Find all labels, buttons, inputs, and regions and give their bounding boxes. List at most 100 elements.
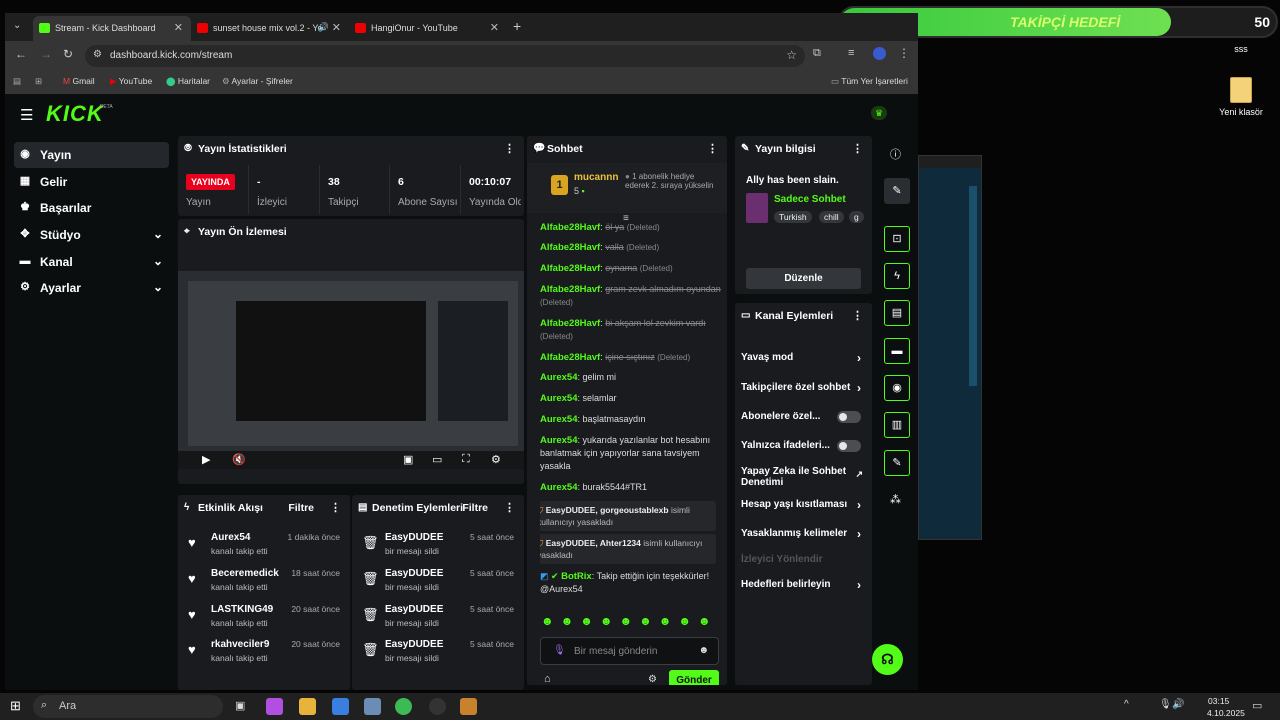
more-options-icon[interactable]: ⋮	[330, 501, 341, 514]
clock-time[interactable]: 03:15	[1208, 696, 1229, 706]
more-options-icon[interactable]: ⋮	[852, 142, 863, 155]
edit-stream-info-button[interactable]: Düzenle	[746, 268, 861, 289]
sidebar-item-studyo[interactable]: ✥ Stüdyo ⌄	[14, 222, 169, 248]
extensions-icon[interactable]: ⧉	[813, 47, 821, 60]
emotes-only-toggle[interactable]	[837, 440, 861, 452]
clock-date[interactable]: 4.10.2025	[1207, 708, 1245, 718]
activity-item[interactable]: ♥ LASTKING49 kanalı takip etti 20 saat ö…	[178, 600, 350, 636]
filter-button[interactable]: Filtre	[462, 502, 488, 514]
notes-icon[interactable]: ▤	[884, 300, 910, 326]
filter-button[interactable]: Filtre	[288, 502, 314, 514]
chat-message[interactable]: Alfabe28Havf: oynama (Deleted)	[540, 262, 727, 275]
broadcast-icon[interactable]: ◉	[884, 375, 910, 401]
more-options-icon[interactable]: ⋮	[504, 142, 515, 155]
more-options-icon[interactable]: ⋮	[504, 501, 515, 514]
support-button[interactable]: ☊	[872, 644, 903, 675]
app-icon[interactable]	[364, 698, 381, 715]
tab-search-chevron-icon[interactable]: ⌄	[13, 20, 21, 31]
more-options-icon[interactable]: ⋮	[707, 142, 718, 155]
back-icon[interactable]: ←	[15, 47, 27, 61]
action-followers-only[interactable]: Takipçilere özel sohbet ›	[741, 381, 865, 402]
chat-message[interactable]: Alfabe28Havf: valla (Deleted)	[540, 241, 727, 254]
chat-message[interactable]: Aurex54: başlatmasaydın	[540, 413, 727, 426]
sidebar-item-kanal[interactable]: ▬ Kanal ⌄	[14, 249, 169, 275]
sidebar-item-yayin[interactable]: ◉ Yayın	[14, 142, 169, 168]
wrench-icon[interactable]: ✎	[884, 450, 910, 476]
theater-mode-icon[interactable]: ▭	[432, 453, 442, 466]
audio-playing-icon[interactable]: 🔊	[318, 22, 329, 33]
sidebar-item-ayarlar[interactable]: ⚙ Ayarlar ⌄	[14, 275, 169, 301]
tab-youtube-hangionur[interactable]: HangiOnur - YouTube ✕	[349, 16, 507, 41]
file-explorer-icon[interactable]	[299, 698, 316, 715]
media-control-icon[interactable]: ≡	[848, 47, 854, 59]
action-banned-words[interactable]: Yasaklanmış kelimeler ›	[741, 527, 865, 548]
chat-message[interactable]: ◩ ✔ BotRix: Takip ettiğin için teşekkürl…	[540, 570, 727, 596]
league-client-icon[interactable]	[460, 698, 477, 715]
chat-settings-icon[interactable]: ⚙	[648, 674, 657, 685]
bookmark-passwords[interactable]: ⚙ Ayarlar - Şifreler	[222, 76, 293, 87]
capture-icon[interactable]: ⊡	[884, 226, 910, 252]
profile-avatar[interactable]	[873, 47, 886, 60]
chat-message[interactable]: Aurex54: burak5544#TR1	[540, 481, 727, 494]
close-tab-icon[interactable]: ✕	[490, 21, 499, 34]
edit-icon[interactable]: ✎	[884, 178, 910, 204]
action-ai-moderation[interactable]: Yapay Zeka ile Sohbet Denetimi ↗	[741, 466, 863, 488]
all-bookmarks[interactable]: ▭ Tüm Yer İşaretleri	[831, 76, 908, 87]
volume-icon[interactable]: 🔊	[1172, 699, 1184, 710]
chat-message[interactable]: Aurex54: yukarıda yazılanlar bot hesabın…	[540, 434, 727, 473]
play-icon[interactable]: ▶	[202, 453, 210, 466]
notifications-icon[interactable]: ▭	[1252, 699, 1262, 712]
chat-message[interactable]: Aurex54: selamlar	[540, 392, 727, 405]
sidebar-item-basarilar[interactable]: ♚ Başarılar	[14, 195, 169, 221]
activity-item[interactable]: ♥ rkahveciler9 kanalı takip etti 20 saat…	[178, 635, 350, 671]
tab-youtube-mix[interactable]: sunset house mix vol.2 - Yo 🔊 ✕	[191, 16, 349, 41]
stream-video-player[interactable]: ▶ 🔇 ▣ ▭ ⛶ ⚙	[178, 271, 524, 469]
action-set-goals[interactable]: Hedefleri belirleyin ›	[741, 578, 865, 599]
fullscreen-icon[interactable]: ⛶	[462, 453, 470, 466]
chat-message[interactable]: Alfabe28Havf: gram zevk almadım oyundan …	[540, 283, 727, 309]
copilot-icon[interactable]	[266, 698, 283, 715]
tag-chip[interactable]: chill	[819, 211, 844, 223]
reload-icon[interactable]: ↻	[63, 47, 73, 61]
action-emotes-only[interactable]: Yalnızca ifadeleri...	[741, 440, 865, 460]
desktop-shortcut-sss[interactable]: sss	[1211, 44, 1271, 54]
moderation-item[interactable]: 🗑 EasyDUDEE bir mesajı sildi 5 saat önce	[352, 600, 524, 636]
user-avatar[interactable]: ♛	[871, 106, 887, 120]
action-slow-mode[interactable]: Yavaş mod ›	[741, 351, 865, 372]
forward-icon[interactable]: →	[40, 47, 52, 61]
apps-grid-icon[interactable]: ⊞	[35, 76, 42, 87]
taskbar-search[interactable]: ⌕ Ara	[33, 695, 223, 718]
tab-kick-dashboard[interactable]: Stream - Kick Dashboard ✕	[33, 16, 191, 41]
bookmark-maps[interactable]: ⬤ Haritalar	[166, 76, 210, 87]
tag-chip[interactable]: g	[849, 211, 864, 223]
send-button[interactable]: Gönder	[669, 670, 719, 685]
close-tab-icon[interactable]: ✕	[332, 21, 341, 34]
bookmark-youtube[interactable]: ▶ YouTube	[110, 76, 152, 87]
windows-start-icon[interactable]: ⊞	[10, 698, 21, 714]
background-window[interactable]	[918, 155, 982, 540]
subscribers-only-toggle[interactable]	[837, 411, 861, 423]
bookmark-star-icon[interactable]: ☆	[786, 48, 797, 62]
chat-message[interactable]: Alfabe28Havf: bi akşam lol zevkim vardı …	[540, 317, 727, 343]
desktop-folder[interactable]: Yeni klasör	[1211, 77, 1271, 117]
bookmark-gmail[interactable]: M Gmail	[63, 76, 95, 86]
microphone-icon[interactable]: 🎙	[1159, 699, 1172, 710]
mute-icon[interactable]: 🔇	[232, 453, 246, 466]
chat-message[interactable]: Alfabe28Havf: öl ya (Deleted)	[540, 221, 727, 234]
picture-in-picture-icon[interactable]: ▣	[403, 453, 413, 466]
action-account-age[interactable]: Hesap yaşı kısıtlaması ›	[741, 498, 865, 519]
moderation-icon[interactable]: ▥	[884, 412, 910, 438]
emoji-icon[interactable]: ☻	[698, 645, 709, 656]
tray-overflow-icon[interactable]: ^	[1124, 699, 1129, 710]
activity-item[interactable]: ♥ Aurex54 kanalı takip etti 1 dakika önc…	[178, 528, 350, 564]
new-tab-button[interactable]: +	[513, 18, 521, 34]
chat-message[interactable]: Alfabe28Havf: içine sıçtınız (Deleted)	[540, 351, 727, 364]
address-bar[interactable]: ⚙ dashboard.kick.com/stream ☆	[85, 45, 805, 67]
sidebar-item-gelir[interactable]: ▦ Gelir	[14, 169, 169, 195]
more-options-icon[interactable]: ⋮	[852, 309, 863, 322]
lightning-icon[interactable]: ϟ	[884, 263, 910, 289]
tag-chip[interactable]: Turkish	[774, 211, 812, 223]
site-info-icon[interactable]: ⚙	[93, 49, 102, 60]
obs-icon[interactable]	[429, 698, 446, 715]
browser-menu-icon[interactable]: ⋮	[898, 46, 910, 60]
